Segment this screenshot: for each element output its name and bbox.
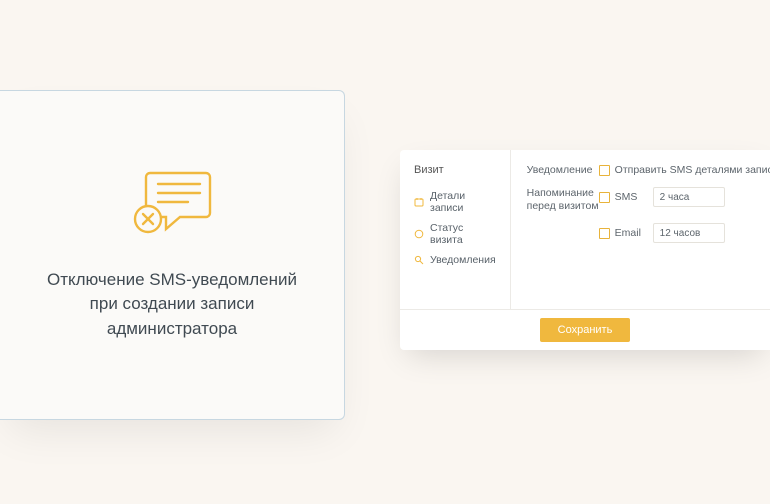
row-notification: Уведомление Отправить SMS деталями запис… bbox=[527, 164, 770, 177]
checkbox-icon bbox=[599, 192, 610, 203]
label-notification: Уведомление bbox=[527, 164, 599, 177]
sidebar-item-label: Детали записи bbox=[430, 190, 496, 214]
search-icon bbox=[414, 255, 424, 265]
select-sms-time[interactable]: 2 часа bbox=[653, 187, 725, 207]
sidebar-item-label: Уведомления bbox=[430, 254, 496, 266]
checkbox-email[interactable]: Email bbox=[599, 227, 641, 239]
row-reminder-email: Email 12 часов bbox=[527, 223, 770, 243]
chat-disabled-icon bbox=[130, 169, 214, 246]
row-reminder-sms: Напоминание перед визитом SMS 2 часа bbox=[527, 187, 770, 213]
settings-main: Уведомление Отправить SMS деталями запис… bbox=[511, 150, 770, 309]
save-button[interactable]: Сохранить bbox=[540, 318, 631, 342]
sidebar-item-details[interactable]: Детали записи bbox=[400, 186, 510, 218]
select-email-time[interactable]: 12 часов bbox=[653, 223, 725, 243]
sidebar-item-label: Статус визита bbox=[430, 222, 496, 246]
label-reminder: Напоминание перед визитом bbox=[527, 187, 599, 213]
sidebar-item-notifications[interactable]: Уведомления bbox=[400, 250, 510, 270]
checkbox-icon bbox=[599, 165, 610, 176]
checkbox-sms[interactable]: SMS bbox=[599, 191, 641, 203]
checkbox-send-sms-details[interactable]: Отправить SMS деталями записи bbox=[599, 164, 770, 176]
status-circle-icon bbox=[414, 229, 424, 239]
checkbox-icon bbox=[599, 228, 610, 239]
sidebar-item-status[interactable]: Статус визита bbox=[400, 218, 510, 250]
info-card-title: Отключение SMS-уведомлений при создании … bbox=[42, 268, 302, 342]
settings-panel-body: Визит Детали записи Статус визита bbox=[400, 150, 770, 309]
checkbox-label: Отправить SMS деталями записи bbox=[615, 164, 770, 176]
info-card: Отключение SMS-уведомлений при создании … bbox=[0, 90, 345, 420]
settings-panel: Визит Детали записи Статус визита bbox=[400, 150, 770, 350]
checkbox-label: SMS bbox=[615, 191, 638, 203]
checkbox-label: Email bbox=[615, 227, 641, 239]
settings-sidebar: Визит Детали записи Статус визита bbox=[400, 150, 511, 309]
settings-footer: Сохранить bbox=[400, 309, 770, 350]
sidebar-section-title: Визит bbox=[400, 164, 510, 186]
calendar-icon bbox=[414, 197, 424, 207]
